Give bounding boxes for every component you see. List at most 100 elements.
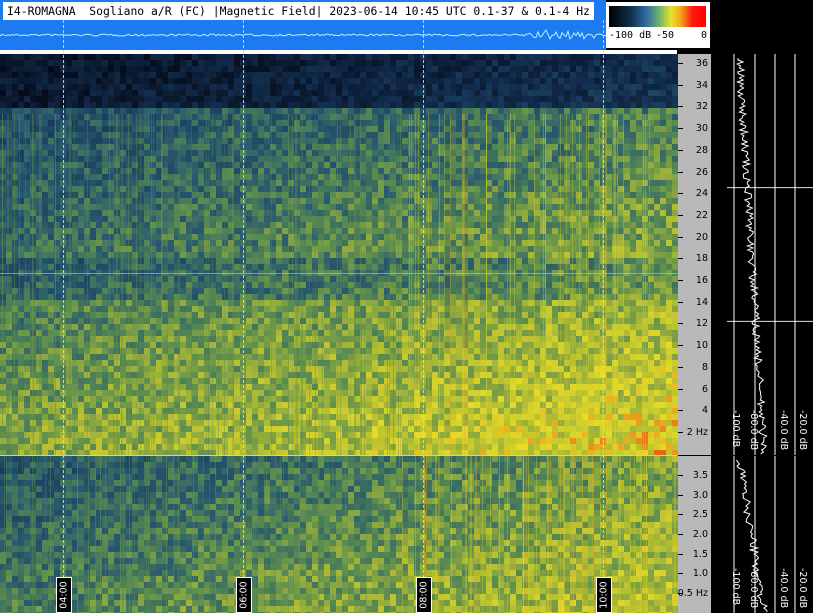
spectrogram-cell xyxy=(432,144,438,150)
spectrogram-cell xyxy=(198,162,204,168)
spectrogram-cell xyxy=(204,84,210,90)
spectrogram-cell xyxy=(252,222,258,228)
spectrogram-cell xyxy=(456,150,462,156)
spectrogram-cell xyxy=(252,162,258,168)
spectrogram-cell xyxy=(246,66,252,72)
spectrogram-cell xyxy=(96,276,102,282)
spectrogram-cell xyxy=(48,90,54,96)
spectrogram-cell xyxy=(36,108,42,114)
spectrogram-cell xyxy=(492,276,498,282)
spectrogram-cell xyxy=(648,276,654,282)
spectrogram-cell xyxy=(78,222,84,228)
spectrogram-cell xyxy=(330,114,336,120)
spectrogram-cell xyxy=(528,66,534,72)
spectrogram-cell xyxy=(324,84,330,90)
spectrogram-cell xyxy=(330,132,336,138)
spectrogram-cell xyxy=(468,246,474,252)
spectrogram-cell xyxy=(636,120,642,126)
spectrogram-cell xyxy=(288,78,294,84)
spectrogram-cell xyxy=(192,78,198,84)
spectrogram-cell xyxy=(276,150,282,156)
spectrogram-cell xyxy=(228,78,234,84)
spectrogram-cell xyxy=(54,180,60,186)
spectrogram-cell xyxy=(342,216,348,222)
spectrogram-cell xyxy=(252,114,258,120)
spectrogram-cell xyxy=(324,294,330,300)
spectrogram-cell xyxy=(582,222,588,228)
spectrogram-cell xyxy=(498,120,504,126)
spectrogram-cell xyxy=(102,144,108,150)
spectrogram-cell xyxy=(96,174,102,180)
spectrogram-cell xyxy=(450,60,456,66)
spectrogram-cell xyxy=(252,306,258,312)
spectrogram-cell xyxy=(252,282,258,288)
spectrogram-cell xyxy=(198,204,204,210)
spectrogram-plot xyxy=(0,54,678,613)
spectrogram-cell xyxy=(90,96,96,102)
spectrogram-cell xyxy=(18,246,24,252)
spectrogram-cell xyxy=(48,180,54,186)
spectrogram-cell xyxy=(540,102,546,108)
spectrogram-cell xyxy=(480,126,486,132)
spectrogram-cell xyxy=(528,84,534,90)
spectrogram-cell xyxy=(480,288,486,294)
spectrogram-cell xyxy=(516,174,522,180)
spectrogram-cell xyxy=(372,156,378,162)
spectrogram-cell xyxy=(300,66,306,72)
spectrogram-cell xyxy=(546,72,552,78)
spectrogram-cell xyxy=(522,192,528,198)
spectrogram-cell xyxy=(636,90,642,96)
spectrogram-cell xyxy=(546,96,552,102)
spectrogram-cell xyxy=(150,84,156,90)
spectrogram-cell xyxy=(378,228,384,234)
spectrogram-cell xyxy=(390,84,396,90)
spectrogram-cell xyxy=(534,96,540,102)
spectrogram-cell xyxy=(468,222,474,228)
spectrogram-cell xyxy=(648,240,654,246)
spectrogram-cell xyxy=(324,132,330,138)
spectrogram-cell xyxy=(24,318,30,324)
spectrogram-cell xyxy=(408,102,414,108)
spectrogram-cell xyxy=(666,138,672,144)
spectrogram-cell xyxy=(270,114,276,120)
spectrogram-cell xyxy=(438,252,444,258)
spectrogram-cell xyxy=(336,216,342,222)
spectrogram-cell xyxy=(42,276,48,282)
spectrogram-cell xyxy=(108,90,114,96)
spectrogram-cell xyxy=(144,240,150,246)
spectrogram-cell xyxy=(102,132,108,138)
spectrogram-cell xyxy=(252,246,258,252)
spectrogram-cell xyxy=(144,102,150,108)
spectrogram-cell xyxy=(594,60,600,66)
spectrogram-cell xyxy=(528,54,534,60)
spectrogram-cell xyxy=(24,180,30,186)
spectrogram-cell xyxy=(270,246,276,252)
spectrogram-cell xyxy=(78,84,84,90)
spectrogram-cell xyxy=(54,282,60,288)
spectrogram-cell xyxy=(258,156,264,162)
spectrogram-cell xyxy=(522,186,528,192)
spectrogram-cell xyxy=(102,96,108,102)
spectrogram-cell xyxy=(216,108,222,114)
spectrogram-cell xyxy=(456,240,462,246)
spectrogram-cell xyxy=(330,204,336,210)
spectrogram-cell xyxy=(522,132,528,138)
spectrogram-cell xyxy=(660,192,666,198)
spectrogram-cell xyxy=(582,264,588,270)
spectrogram-cell xyxy=(336,90,342,96)
spectrogram-cell xyxy=(180,234,186,240)
spectrogram-cell xyxy=(54,252,60,258)
spectrogram-cell xyxy=(96,198,102,204)
spectrogram-cell xyxy=(528,294,534,300)
spectrogram-cell xyxy=(78,60,84,66)
spectrogram-cell xyxy=(0,72,6,78)
spectrogram-cell xyxy=(324,276,330,282)
spectrogram-cell xyxy=(258,300,264,306)
spectrogram-cell xyxy=(114,66,120,72)
spectrogram-cell xyxy=(648,168,654,174)
spectrogram-cell xyxy=(582,288,588,294)
spectrogram-cell xyxy=(408,96,414,102)
spectrogram-cell xyxy=(144,222,150,228)
spectrogram-cell xyxy=(390,108,396,114)
spectrogram-cell xyxy=(648,264,654,270)
